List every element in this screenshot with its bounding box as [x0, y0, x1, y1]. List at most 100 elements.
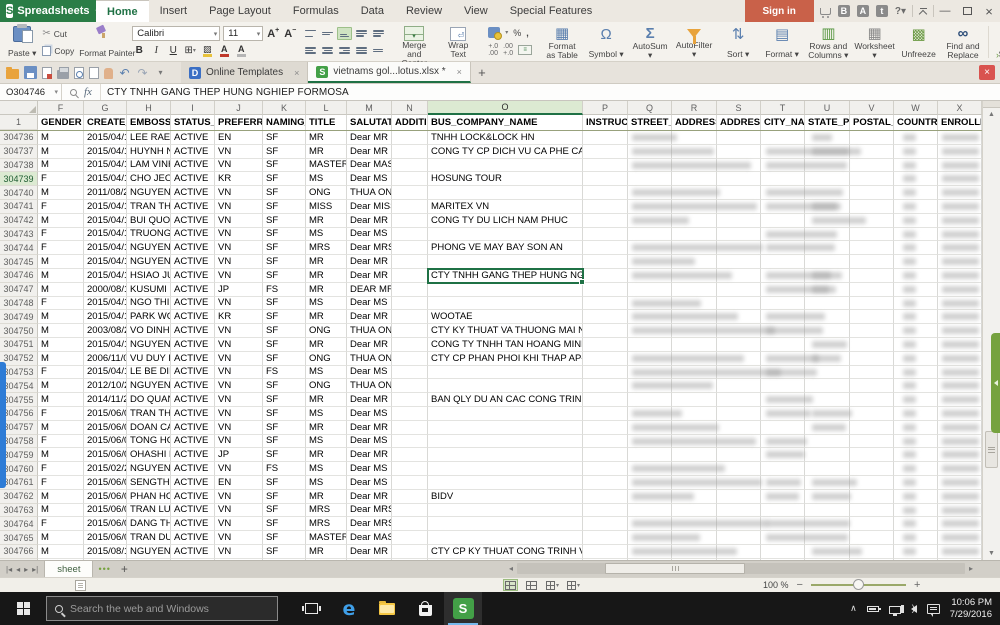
- cell[interactable]: [761, 186, 805, 200]
- cell[interactable]: M: [38, 504, 84, 518]
- cell[interactable]: [428, 448, 583, 462]
- cell[interactable]: M: [38, 324, 84, 338]
- cell[interactable]: [894, 200, 938, 214]
- cell[interactable]: M: [38, 214, 84, 228]
- cell[interactable]: [628, 490, 672, 504]
- cell[interactable]: [628, 283, 672, 297]
- cell[interactable]: SF: [263, 186, 306, 200]
- cell[interactable]: [938, 545, 982, 559]
- cell[interactable]: SF: [263, 172, 306, 186]
- prev-sheet-button[interactable]: ◂: [16, 565, 20, 574]
- cell[interactable]: [805, 241, 850, 255]
- column-header-G[interactable]: G: [84, 101, 127, 115]
- cell[interactable]: [583, 145, 628, 159]
- cell[interactable]: [894, 545, 938, 559]
- cell[interactable]: THUA ONG: [347, 324, 392, 338]
- cell[interactable]: [672, 393, 717, 407]
- cell[interactable]: [938, 393, 982, 407]
- cell[interactable]: 2015/04/1: [84, 131, 127, 145]
- cell[interactable]: CTY KY THUAT VA THUONG MAI NAN: [428, 324, 583, 338]
- cell[interactable]: PHONG VE MAY BAY SON AN: [428, 241, 583, 255]
- ribbon-tab-home[interactable]: Home: [96, 0, 149, 22]
- ribbon-tab-data[interactable]: Data: [350, 0, 395, 22]
- cell[interactable]: [583, 172, 628, 186]
- row-header[interactable]: 304766: [0, 545, 38, 559]
- cell[interactable]: [672, 269, 717, 283]
- cell[interactable]: [392, 517, 428, 531]
- cell[interactable]: [717, 324, 761, 338]
- cell[interactable]: [628, 255, 672, 269]
- cell[interactable]: [938, 255, 982, 269]
- select-all-corner[interactable]: [0, 101, 38, 115]
- cell[interactable]: SF: [263, 504, 306, 518]
- cell[interactable]: [583, 476, 628, 490]
- cell[interactable]: [761, 379, 805, 393]
- cell[interactable]: [850, 421, 894, 435]
- cell[interactable]: M: [38, 545, 84, 559]
- cell[interactable]: [392, 531, 428, 545]
- cell[interactable]: [850, 504, 894, 518]
- cell[interactable]: NGUYEN T: [127, 186, 171, 200]
- docer-icon[interactable]: B: [838, 5, 850, 17]
- cell[interactable]: 2015/06/0: [84, 490, 127, 504]
- cell[interactable]: NGUYEN T: [127, 241, 171, 255]
- cell[interactable]: [850, 448, 894, 462]
- cell[interactable]: [894, 490, 938, 504]
- cell[interactable]: [672, 186, 717, 200]
- cell[interactable]: [628, 297, 672, 311]
- fill-color-button[interactable]: ▨: [200, 44, 214, 58]
- cell[interactable]: F: [38, 172, 84, 186]
- cell[interactable]: SF: [263, 393, 306, 407]
- first-sheet-button[interactable]: |◂: [6, 565, 12, 574]
- cell[interactable]: [628, 200, 672, 214]
- cell[interactable]: VN: [215, 435, 263, 449]
- cell[interactable]: [672, 407, 717, 421]
- cell[interactable]: Dear MR: [347, 393, 392, 407]
- sheet-list-button[interactable]: •••: [93, 561, 115, 577]
- cell[interactable]: ONG: [306, 186, 347, 200]
- cell[interactable]: TRAN DUC: [127, 531, 171, 545]
- cell[interactable]: CONG TY TNHH TAN HOANG MINH: [428, 338, 583, 352]
- cell[interactable]: [894, 214, 938, 228]
- cell[interactable]: [761, 310, 805, 324]
- cell[interactable]: [583, 517, 628, 531]
- cell[interactable]: [850, 200, 894, 214]
- cell[interactable]: [672, 462, 717, 476]
- cell[interactable]: [628, 131, 672, 145]
- cell[interactable]: ACTIVE: [171, 448, 215, 462]
- cell[interactable]: 2015/04/1: [84, 366, 127, 380]
- cell[interactable]: [850, 393, 894, 407]
- field-header[interactable]: CITY_NAM: [761, 115, 805, 130]
- cell[interactable]: [850, 283, 894, 297]
- cell[interactable]: VN: [215, 517, 263, 531]
- cell[interactable]: M: [38, 255, 84, 269]
- cell[interactable]: [672, 145, 717, 159]
- format-button[interactable]: ▤Format ▾: [760, 24, 804, 60]
- cell[interactable]: [850, 145, 894, 159]
- cell[interactable]: 2015/06/0: [84, 504, 127, 518]
- cell[interactable]: F: [38, 517, 84, 531]
- cell[interactable]: [850, 517, 894, 531]
- column-header-W[interactable]: W: [894, 101, 938, 115]
- cell[interactable]: VN: [215, 462, 263, 476]
- cell[interactable]: ACTIVE: [171, 131, 215, 145]
- cell[interactable]: SF: [263, 228, 306, 242]
- cell[interactable]: [717, 310, 761, 324]
- cell[interactable]: KUSUMI M: [127, 283, 171, 297]
- cart-icon[interactable]: [820, 8, 831, 15]
- currency-format-icon[interactable]: [488, 27, 500, 38]
- template-icon[interactable]: A: [857, 5, 869, 17]
- cell[interactable]: [717, 462, 761, 476]
- cell[interactable]: [805, 338, 850, 352]
- cell[interactable]: SF: [263, 145, 306, 159]
- cell[interactable]: 2014/11/2: [84, 393, 127, 407]
- cell[interactable]: BAN QLY DU AN CAC CONG TRINH D: [428, 393, 583, 407]
- cell[interactable]: TRAN THIE: [127, 407, 171, 421]
- skin-icon[interactable]: t: [876, 5, 888, 17]
- cell[interactable]: [428, 462, 583, 476]
- cell[interactable]: M: [38, 393, 84, 407]
- cell[interactable]: [672, 255, 717, 269]
- cell[interactable]: [392, 214, 428, 228]
- cell[interactable]: [583, 310, 628, 324]
- cell[interactable]: VN: [215, 297, 263, 311]
